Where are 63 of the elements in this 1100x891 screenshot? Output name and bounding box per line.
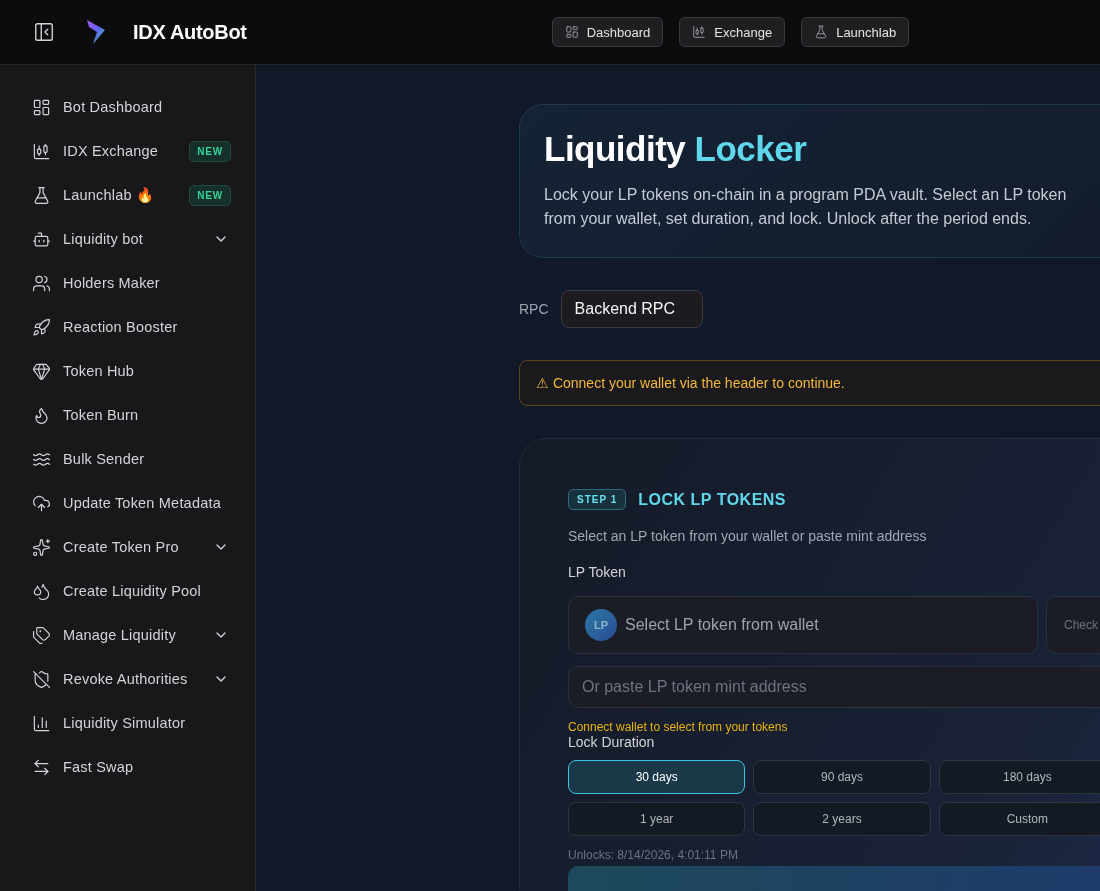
sidebar-item[interactable]: Revoke Authorities bbox=[63, 671, 201, 687]
sidebar-item[interactable]: Liquidity Simulator bbox=[63, 715, 231, 731]
step-subtitle: Select an LP token from your wallet or paste mint address bbox=[568, 528, 928, 544]
cloud-upload-icon bbox=[32, 493, 51, 513]
sparkles-icon bbox=[32, 537, 51, 557]
shield-off-icon bbox=[32, 669, 51, 689]
bar-chart-icon bbox=[32, 713, 51, 733]
sidebar-item[interactable]: Create Liquidity Pool bbox=[63, 583, 231, 599]
sidebar-item[interactable]: Bot Dashboard bbox=[63, 99, 231, 115]
sidebar-item[interactable]: Bulk Sender bbox=[63, 451, 231, 467]
dashboard-icon bbox=[564, 25, 579, 39]
duration-option[interactable]: 90 days bbox=[753, 760, 931, 794]
sidebar-item[interactable]: Update Token Metadata bbox=[63, 495, 231, 511]
rpc-select[interactable]: Backend RPC bbox=[560, 290, 704, 328]
step-badge: STEP 1 bbox=[568, 489, 627, 510]
nav-button[interactable]: Launchlab bbox=[801, 17, 910, 47]
duration-option[interactable]: Custom bbox=[938, 802, 1100, 836]
duration-option[interactable]: 180 days bbox=[938, 760, 1100, 794]
page-title: Liquidity Locker bbox=[544, 129, 808, 169]
new-badge: NEW bbox=[189, 140, 231, 162]
nav-button[interactable]: Dashboard bbox=[551, 17, 664, 47]
sidebar-item[interactable]: Launchlab 🔥 bbox=[63, 186, 178, 204]
droplets-icon bbox=[32, 581, 51, 601]
app-name: IDX AutoBot bbox=[133, 20, 247, 44]
dashboard-icon bbox=[32, 97, 51, 117]
rpc-label: RPC bbox=[519, 301, 549, 317]
sidebar-item[interactable]: Token Hub bbox=[63, 363, 231, 379]
logo-icon bbox=[85, 18, 107, 46]
page-description: Lock your LP tokens on-chain in a program PDA vault. Select an LP token from your wallet, set duration, and lock. Unlock after the period ends. bbox=[544, 185, 1068, 229]
step-title: LOCK LP TOKENS bbox=[638, 490, 787, 509]
diamond-icon bbox=[32, 361, 51, 381]
sidebar-toggle-icon[interactable] bbox=[33, 21, 55, 43]
sidebar-item[interactable]: Create Token Pro bbox=[63, 539, 201, 555]
new-badge: NEW bbox=[189, 184, 231, 206]
sidebar-item[interactable]: Fast Swap bbox=[63, 759, 231, 775]
arrows-icon bbox=[32, 757, 51, 777]
check-button[interactable]: Check bbox=[1046, 596, 1100, 654]
duration-option[interactable]: 1 year bbox=[568, 802, 746, 836]
token-avatar: LP bbox=[585, 609, 617, 641]
flask-icon bbox=[814, 25, 829, 39]
mint-address-field[interactable]: Or paste LP token mint address bbox=[568, 666, 1100, 708]
field-label: Lock Duration bbox=[568, 734, 656, 750]
sidebar-item[interactable]: Holders Maker bbox=[63, 275, 231, 291]
candlestick-chart-icon bbox=[692, 25, 707, 39]
people-icon bbox=[32, 273, 51, 293]
sidebar-item[interactable]: Token Burn bbox=[63, 407, 231, 423]
sidebar-item[interactable]: Manage Liquidity bbox=[63, 627, 201, 643]
field-label: LP Token bbox=[568, 564, 627, 580]
wallet-hint: Connect wallet to select from your tokens bbox=[568, 720, 789, 734]
flame-icon bbox=[32, 405, 51, 425]
sidebar-item[interactable]: IDX Exchange bbox=[63, 143, 178, 159]
token-select[interactable]: LP Select LP token from wallet bbox=[568, 596, 1038, 654]
sidebar-item[interactable]: Liquidity bot bbox=[63, 231, 201, 247]
sidebar-item[interactable]: Reaction Booster bbox=[63, 319, 231, 335]
tags-icon bbox=[32, 625, 51, 645]
rocket-icon bbox=[32, 317, 51, 337]
unlock-date: Unlocks: 8/14/2026, 4:01:11 PM bbox=[568, 848, 739, 862]
warning-banner: ⚠ Connect your wallet via the header to continue. bbox=[519, 360, 1100, 406]
candlestick-chart-icon bbox=[32, 141, 51, 161]
duration-option[interactable]: 30 days bbox=[568, 760, 746, 794]
nav-button[interactable]: Exchange bbox=[679, 17, 786, 47]
flask-icon bbox=[32, 185, 51, 205]
duration-option[interactable]: 2 years bbox=[753, 802, 931, 836]
